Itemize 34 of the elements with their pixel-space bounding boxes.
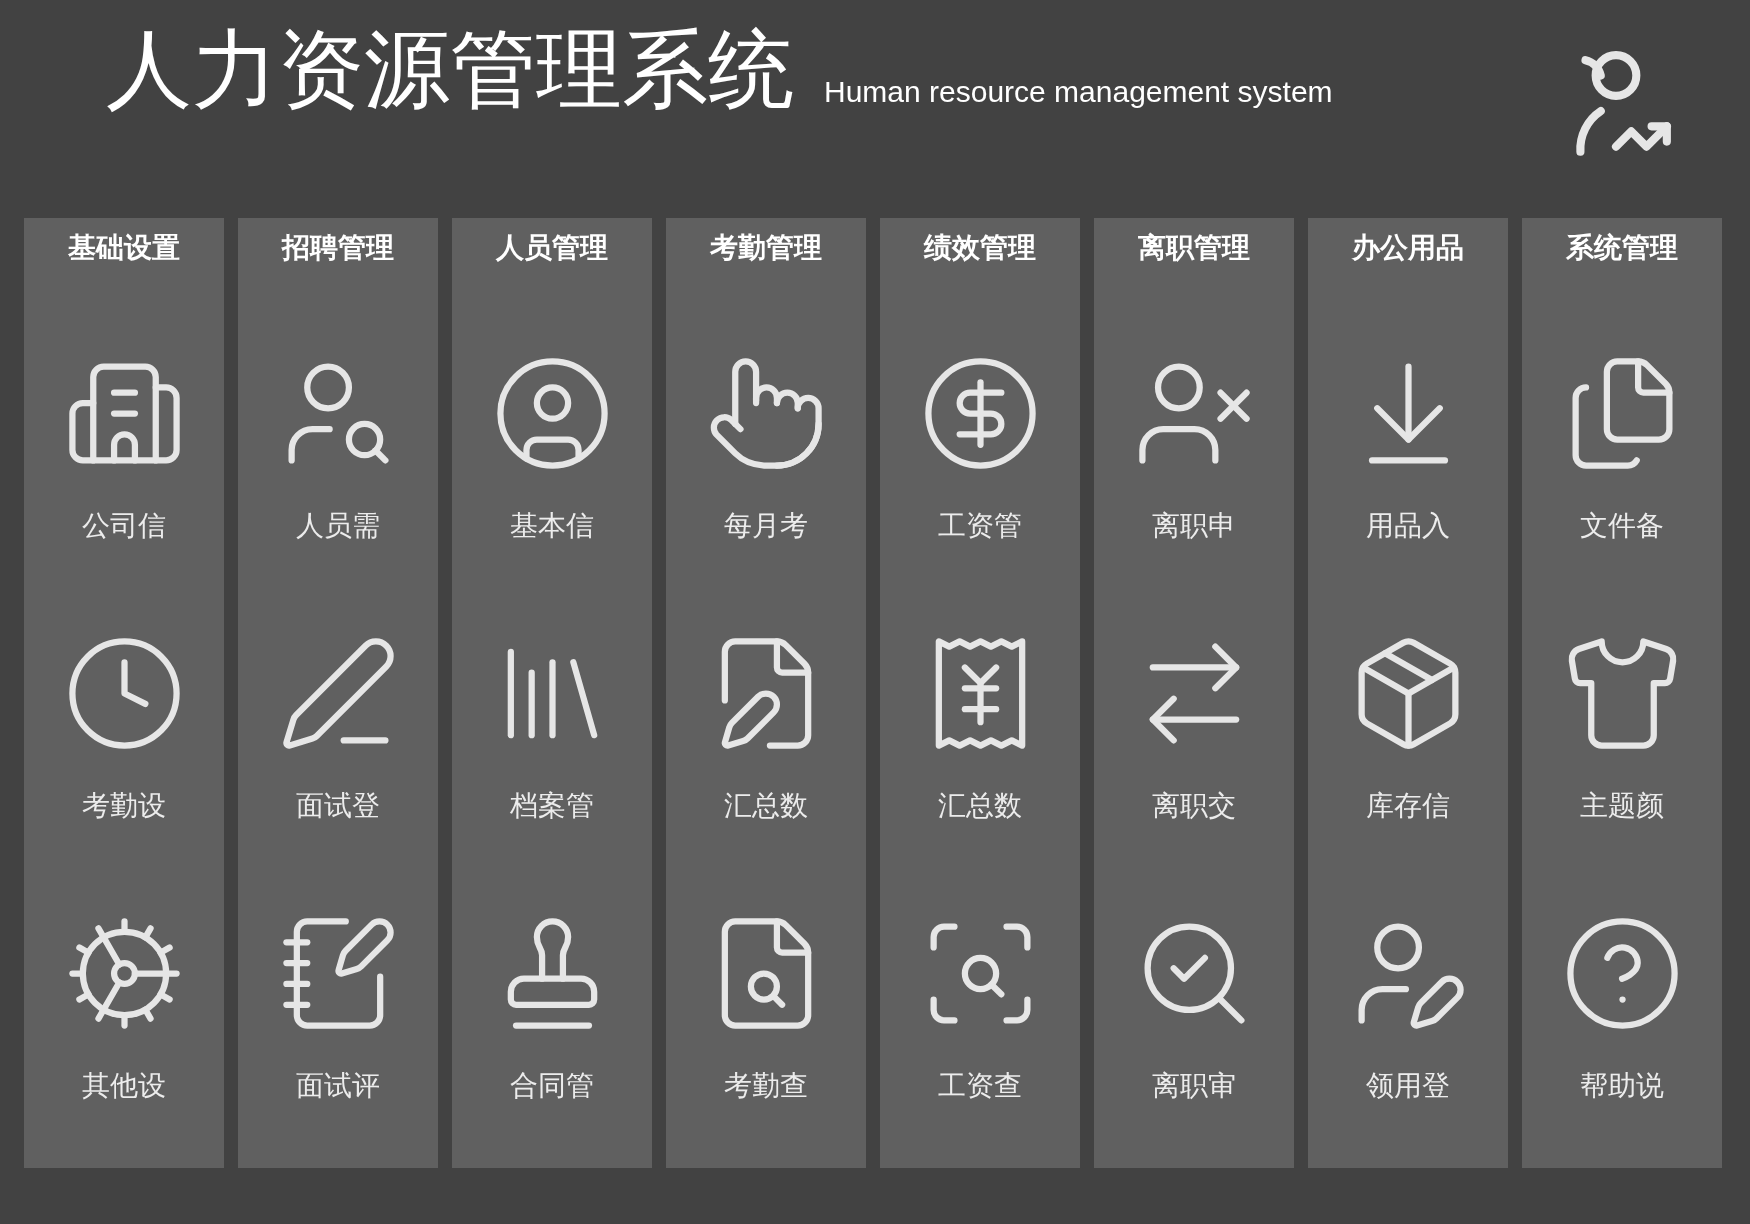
app-title: 人力资源管理系统 (106, 20, 794, 119)
module-tile[interactable]: 公司信 (61, 351, 187, 544)
module-tile[interactable]: 领用登 (1345, 911, 1471, 1104)
module-tile[interactable]: 主题颜 (1559, 631, 1685, 824)
module-tile[interactable]: 档案管 (489, 631, 615, 824)
module-tile[interactable]: 工资管 (917, 351, 1043, 544)
module-tile[interactable]: 汇总数 (917, 631, 1043, 824)
module-tile[interactable]: 人员需 (275, 351, 401, 544)
module-tile[interactable]: 帮助说 (1559, 911, 1685, 1104)
module-tile[interactable]: 其他设 (61, 911, 187, 1104)
category-heading: 人员管理 (496, 231, 608, 265)
category-heading: 招聘管理 (282, 231, 394, 265)
module-tile[interactable]: 考勤查 (703, 911, 829, 1104)
category-heading: 系统管理 (1566, 231, 1678, 265)
module-tile[interactable]: 离职申 (1131, 351, 1257, 544)
module-tile[interactable]: 离职审 (1131, 911, 1257, 1104)
module-tile[interactable]: 合同管 (489, 911, 615, 1104)
app-subtitle: Human resource management system (824, 74, 1333, 110)
module-tile[interactable]: 文件备 (1559, 351, 1685, 544)
module-tile[interactable]: 离职交 (1131, 631, 1257, 824)
module-tile[interactable]: 每月考 (703, 351, 829, 544)
module-tile[interactable]: 面试登 (275, 631, 401, 824)
module-tile[interactable]: 考勤设 (61, 631, 187, 824)
module-tile[interactable]: 汇总数 (703, 631, 829, 824)
category-heading: 考勤管理 (710, 231, 822, 265)
category-heading: 绩效管理 (924, 231, 1036, 265)
module-tile[interactable]: 面试评 (275, 911, 401, 1104)
category-heading: 离职管理 (1138, 231, 1250, 265)
category-heading: 办公用品 (1352, 231, 1464, 265)
module-tile[interactable]: 库存信 (1345, 631, 1471, 824)
category-heading: 基础设置 (68, 231, 180, 265)
module-tile[interactable]: 用品入 (1345, 351, 1471, 544)
module-tile[interactable]: 基本信 (489, 351, 615, 544)
module-tile[interactable]: 工资查 (917, 911, 1043, 1104)
